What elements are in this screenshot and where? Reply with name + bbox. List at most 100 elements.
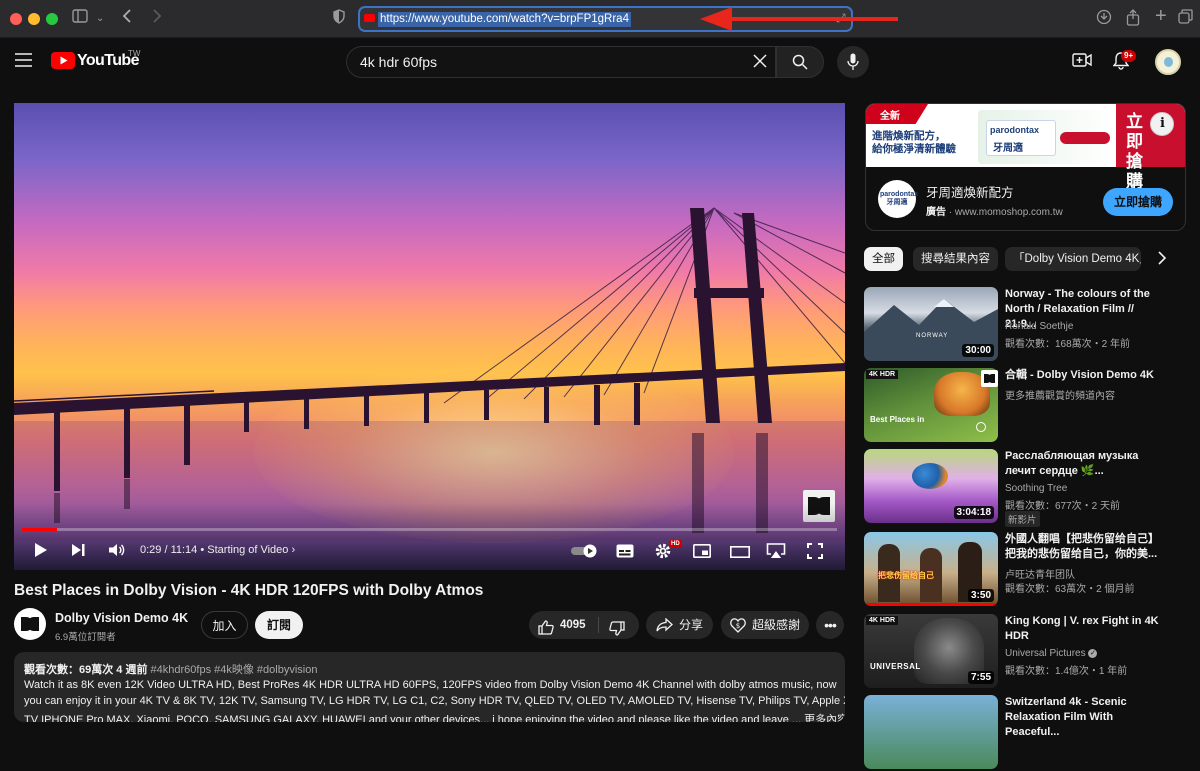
hashtags[interactable]: #4khdr60fps #4k映像 #dolbyvision	[151, 664, 318, 676]
rec-title[interactable]: 合輯 - Dolby Vision Demo 4K	[1005, 368, 1165, 383]
description-line-3: TV IPHONE Pro MAX, Xiaomi, POCO, SAMSUNG…	[24, 714, 845, 722]
rec-title[interactable]: Switzerland 4k - Scenic Relaxation Film …	[1005, 695, 1165, 740]
chip-search-results[interactable]: 搜尋結果內容	[913, 247, 998, 271]
airplay-icon[interactable]	[766, 543, 786, 564]
subscribe-button[interactable]: 訂閱	[255, 611, 303, 639]
progress-bar[interactable]	[22, 528, 837, 531]
thanks-button[interactable]: $ 超級感謝	[721, 611, 809, 639]
chapter-title[interactable]: Starting of Video	[207, 544, 288, 556]
rec-duration: 30:00	[962, 344, 994, 357]
sidebar-toggle-icon[interactable]	[72, 9, 88, 29]
chip-all[interactable]: 全部	[864, 247, 903, 271]
description-box[interactable]: 觀看次數：69萬次 4 週前 #4khdr60fps #4k映像 #dolbyv…	[14, 652, 845, 722]
autoplay-toggle[interactable]	[571, 544, 599, 563]
privacy-shield-icon[interactable]	[333, 9, 345, 30]
ad-sponsor-line: 廣告 · www.momoshop.com.tw	[926, 203, 1063, 218]
rec-channel[interactable]: Soothing Tree	[1005, 483, 1067, 494]
share-icon[interactable]	[1126, 9, 1140, 32]
rec-channel[interactable]: Universal Pictures ✓	[1005, 648, 1098, 659]
account-avatar[interactable]	[1155, 49, 1181, 75]
rec-thumbnail[interactable]: 4K HDR UNIVERSAL 7:55	[864, 614, 998, 688]
like-button[interactable]	[538, 617, 554, 645]
rec-channel[interactable]: 卢旺达青年团队	[1005, 566, 1075, 581]
rec-thumbnail[interactable]	[864, 695, 998, 769]
new-tab-icon[interactable]: +	[1155, 6, 1167, 26]
dislike-button[interactable]	[609, 618, 625, 646]
create-video-icon[interactable]	[1072, 52, 1092, 73]
chevron-right-icon: ›	[291, 544, 296, 556]
youtube-header: YouTube TW 4k hdr 60fps 9+	[0, 39, 1200, 85]
time-current-duration: 0:29 / 11:14	[140, 544, 198, 556]
chip-channel[interactable]: 「Dolby Vision Demo 4K」	[1005, 247, 1141, 271]
bridge-scene-image	[14, 207, 845, 541]
rec-thumbnail[interactable]: 4K HDR Best Places in	[864, 368, 998, 442]
rec-item[interactable]: 4K HDR Best Places in 合輯 - Dolby Vision …	[864, 368, 1194, 444]
time-display: 0:29 / 11:14 • Starting of Video ›	[140, 544, 295, 556]
rec-duration: 7:55	[967, 671, 994, 684]
notification-count-badge: 9+	[1121, 50, 1137, 62]
youtube-logo[interactable]	[51, 52, 75, 74]
volume-icon[interactable]	[108, 543, 126, 562]
ad-domain: www.momoshop.com.tw	[954, 207, 1063, 218]
search-input[interactable]: 4k hdr 60fps	[346, 46, 776, 78]
controls-overlay	[14, 503, 845, 570]
channel-name[interactable]: Dolby Vision Demo 4K	[55, 611, 188, 625]
play-button[interactable]	[34, 542, 48, 563]
rec-item[interactable]: 4K HDR UNIVERSAL 7:55 King Kong | V. rex…	[864, 614, 1194, 690]
rec-title[interactable]: 外國人翻唱【把悲伤留给自己】把我的悲伤留给自己，你的美...	[1005, 532, 1165, 562]
ad-brand-en: parodontax	[990, 125, 1040, 135]
subtitles-icon[interactable]	[616, 544, 634, 563]
rec-thumbnail[interactable]: 3:04:18	[864, 449, 998, 523]
rec-meta: 觀看次數：168萬次・2 年前	[1005, 339, 1131, 350]
chevron-down-icon[interactable]: ⌄	[96, 9, 104, 29]
theater-mode-icon[interactable]	[730, 545, 750, 563]
rec-meta: 觀看次數：63萬次・2 個月前	[1005, 584, 1135, 595]
rec-channel[interactable]: Ronald Soethje	[1005, 321, 1073, 332]
verified-check-icon: ✓	[1088, 648, 1098, 658]
red-arrow-annotation	[700, 7, 898, 31]
next-button[interactable]	[71, 543, 85, 562]
search-button[interactable]	[776, 46, 824, 78]
ad-banner-image[interactable]: 全新 進階煥新配方， 給你極淨清新體驗 parodontax 牙周適 立即搶購 …	[866, 104, 1185, 191]
channel-avatar[interactable]	[14, 608, 46, 640]
video-player[interactable]: 0:29 / 11:14 • Starting of Video › HD	[14, 103, 845, 570]
voice-search-button[interactable]	[837, 46, 869, 78]
back-button[interactable]	[122, 9, 132, 29]
ad-headline-line-2: 給你極淨清新體驗	[872, 143, 956, 155]
chips-next-chevron-icon[interactable]	[1158, 251, 1167, 270]
ad-cta-button[interactable]: 立即搶購	[1103, 188, 1173, 216]
tab-overview-icon[interactable]	[1178, 9, 1193, 30]
rec-thumbnail[interactable]: 把悲伤留给自己 3:50	[864, 532, 998, 606]
miniplayer-icon[interactable]	[693, 544, 711, 563]
rec-item[interactable]: 把悲伤留给自己 3:50 外國人翻唱【把悲伤留给自己】把我的悲伤留给自己，你的美…	[864, 532, 1194, 608]
search-icon	[792, 54, 808, 70]
forward-button[interactable]	[152, 9, 162, 29]
subscriber-count: 6.9萬位訂閱者	[55, 632, 116, 643]
menu-icon[interactable]	[15, 53, 32, 72]
rec-item[interactable]: NORWAY 30:00 Norway - The colours of the…	[864, 287, 1194, 363]
avatar-figure-icon	[1164, 57, 1173, 67]
join-button[interactable]: 加入	[201, 611, 248, 639]
download-icon[interactable]	[1096, 9, 1112, 31]
ad-buy-tag-text: 立即搶購	[1126, 112, 1143, 191]
ad-buy-tag: 立即搶購	[1116, 104, 1185, 191]
rec-item[interactable]: Switzerland 4k - Scenic Relaxation Film …	[864, 695, 1194, 771]
rec-title[interactable]: Расслабляющая музыка лечит сердце 🌿...	[1005, 449, 1165, 479]
more-horizontal-icon: •••	[824, 617, 837, 633]
rec-item[interactable]: 3:04:18 Расслабляющая музыка лечит сердц…	[864, 449, 1194, 527]
rec-title[interactable]: King Kong | V. rex Fight in 4K HDR	[1005, 614, 1165, 644]
fullscreen-icon[interactable]	[807, 543, 823, 564]
clear-search-icon[interactable]	[753, 54, 767, 73]
ad-card[interactable]: 全新 進階煥新配方， 給你極淨清新體驗 parodontax 牙周適 立即搶購 …	[865, 103, 1186, 231]
share-button[interactable]: 分享	[646, 611, 713, 639]
zoom-window-button[interactable]	[46, 13, 58, 25]
4k-hdr-badge: 4K HDR	[866, 616, 899, 625]
rec-duration: 3:50	[967, 589, 994, 602]
rec-channel-name: Universal Pictures	[1005, 648, 1086, 659]
more-actions-button[interactable]: •••	[816, 611, 844, 639]
thumbs-down-icon	[609, 621, 625, 636]
ad-info-button[interactable]: i	[1150, 112, 1174, 136]
rec-thumbnail[interactable]: NORWAY 30:00	[864, 287, 998, 361]
close-window-button[interactable]	[10, 13, 22, 25]
minimize-window-button[interactable]	[28, 13, 40, 25]
